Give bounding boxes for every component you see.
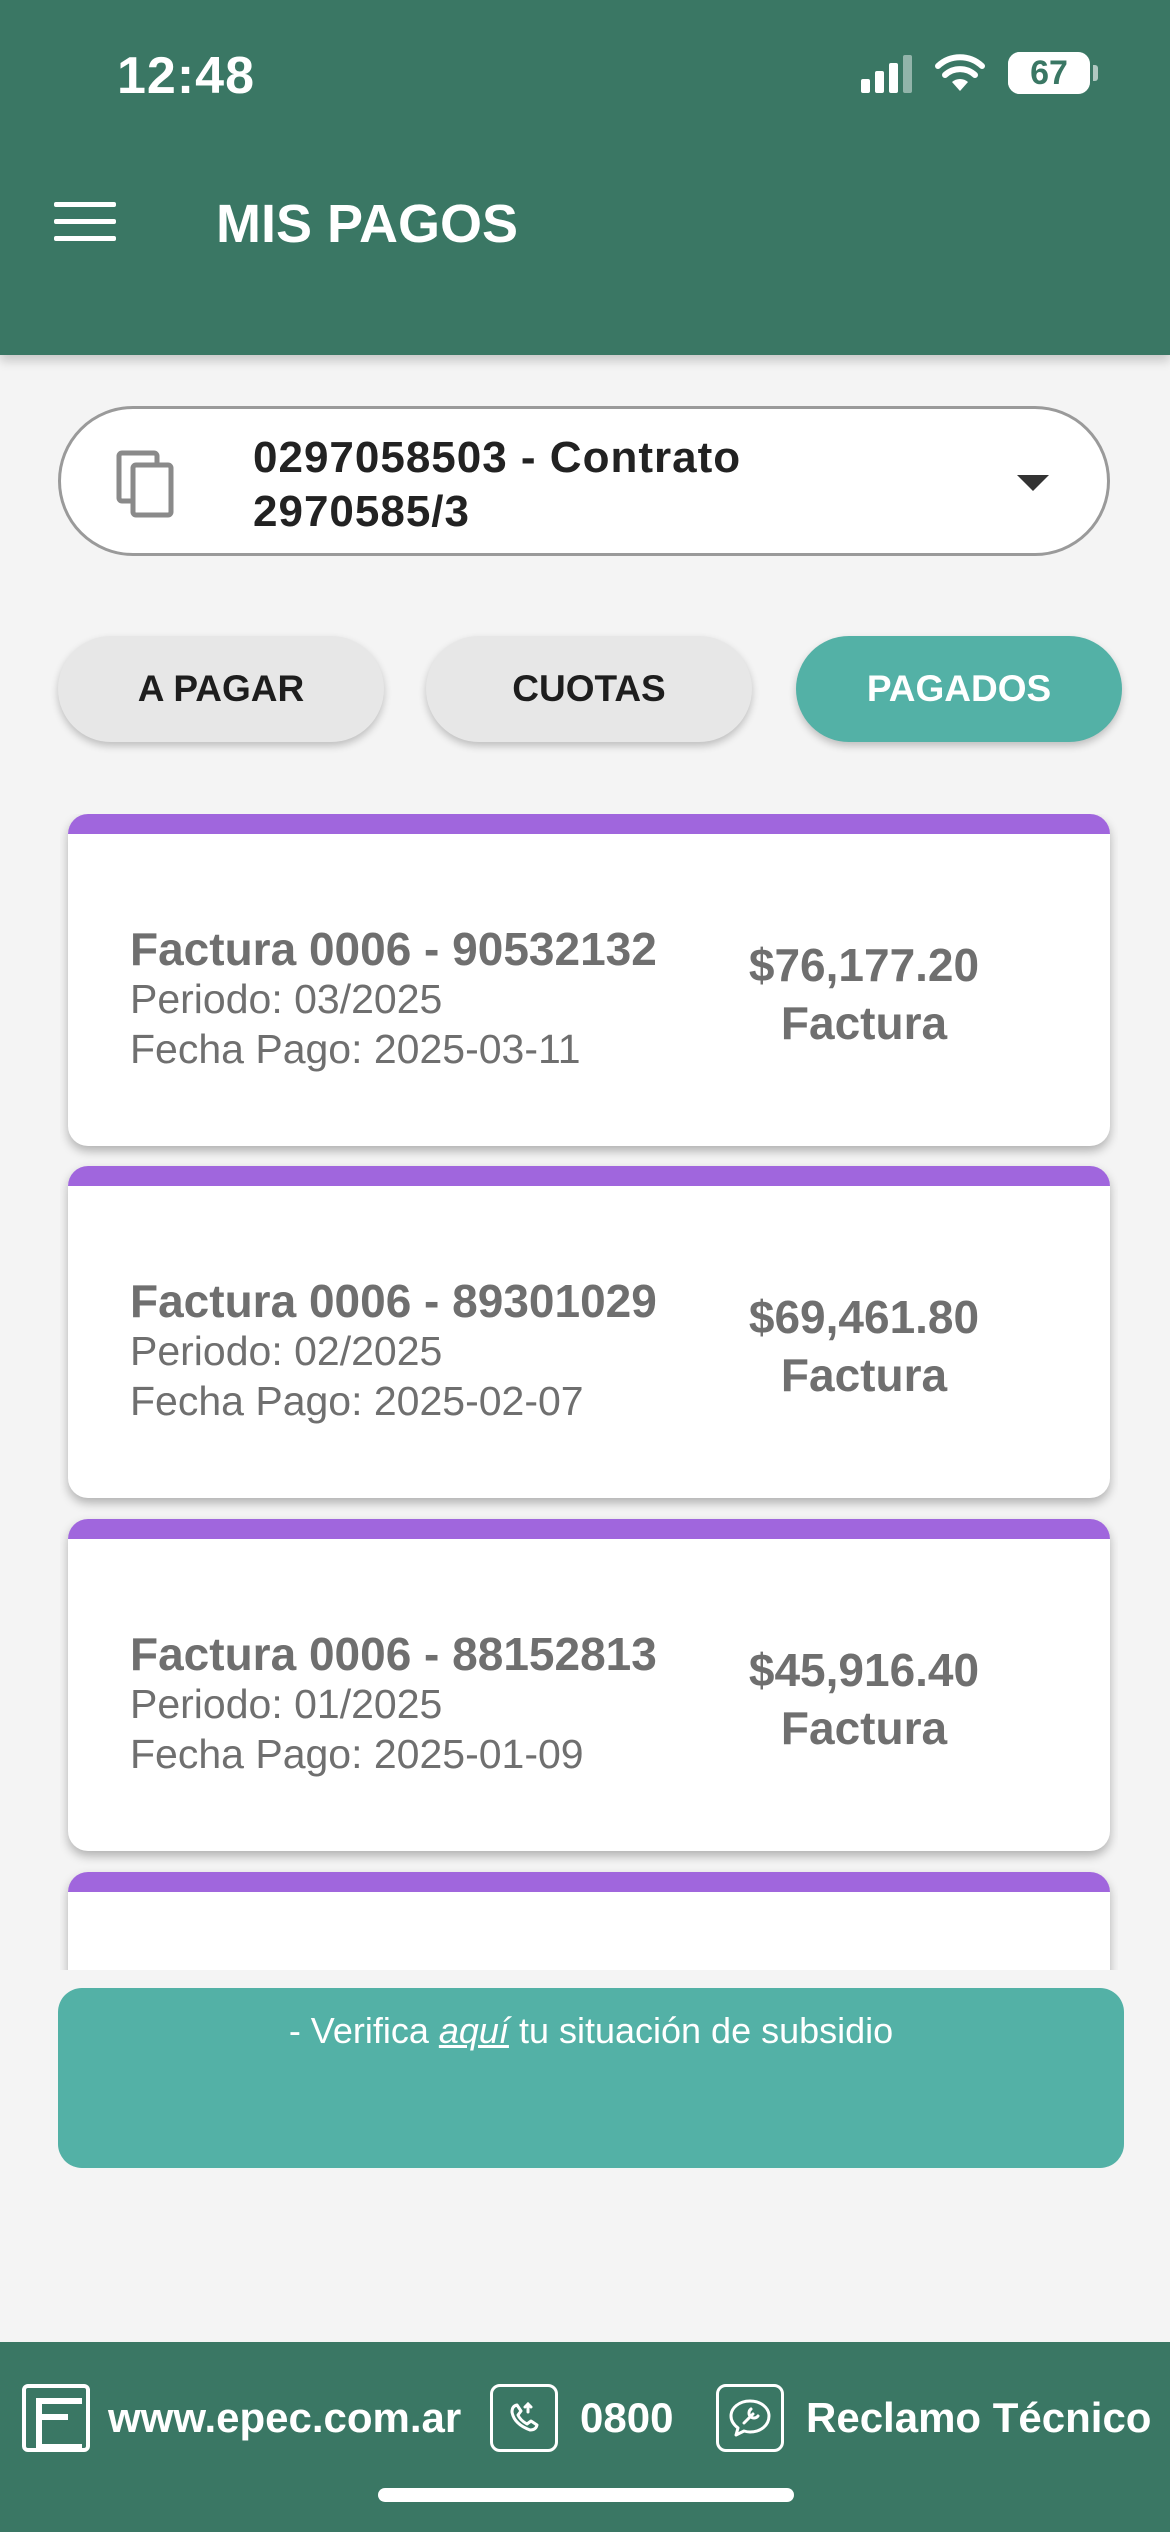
epec-logo-icon — [22, 2384, 90, 2452]
contract-label: 0297058503 - Contrato 2970585/3 — [253, 431, 1013, 539]
contract-selector[interactable]: 0297058503 - Contrato 2970585/3 — [58, 406, 1110, 556]
subsidy-prefix: - Verifica — [288, 2010, 439, 2051]
payment-card-partial[interactable] — [68, 1872, 1110, 1970]
invoice-amount: $45,916.40 — [748, 1644, 980, 1696]
subsidy-banner[interactable]: - Verifica aquí tu situación de subsidio — [58, 1988, 1124, 2168]
tab-cuotas[interactable]: CUOTAS — [426, 636, 752, 742]
invoice-period: Periodo: 02/2025 — [130, 1328, 443, 1374]
page-title: MIS PAGOS — [216, 194, 519, 254]
tab-a-pagar[interactable]: A PAGAR — [58, 636, 384, 742]
status-icons: 67 — [861, 52, 1098, 94]
battery-icon: 67 — [1008, 52, 1098, 94]
app-header: 12:48 67 MIS PAGOS — [0, 0, 1170, 355]
copy-icon — [116, 450, 174, 518]
invoice-amount-block: $45,916.40 Factura — [714, 1641, 1014, 1757]
contract-id: 2970585/3 — [253, 487, 470, 536]
invoice-type: Factura — [780, 997, 948, 1049]
card-accent-bar — [68, 1519, 1110, 1539]
payment-card[interactable]: Factura 0006 - 88152813 Periodo: 01/2025… — [68, 1519, 1110, 1851]
invoice-amount-block: $69,461.80 Factura — [714, 1288, 1014, 1404]
payments-list[interactable]: Factura 0006 - 90532132 Periodo: 03/2025… — [60, 814, 1118, 1970]
invoice-type: Factura — [780, 1702, 948, 1754]
payment-card[interactable]: Factura 0006 - 90532132 Periodo: 03/2025… — [68, 814, 1110, 1146]
invoice-amount-block: $76,177.20 Factura — [714, 936, 1014, 1052]
invoice-paid-date: Fecha Pago: 2025-01-09 — [130, 1731, 584, 1777]
technical-claim-label: Reclamo Técnico — [806, 2394, 1152, 2441]
card-accent-bar — [68, 814, 1110, 834]
footer: www.epec.com.ar 0800 Reclamo Técnico — [0, 2342, 1170, 2532]
phone-label: 0800 — [580, 2394, 674, 2441]
technical-claim-link[interactable]: Reclamo Técnico — [716, 2384, 1151, 2452]
card-accent-bar — [68, 1872, 1110, 1892]
phone-icon — [490, 2384, 558, 2452]
cellular-signal-icon — [861, 53, 912, 93]
caret-down-icon[interactable] — [1017, 475, 1049, 491]
subsidy-link[interactable]: aquí — [439, 2010, 509, 2051]
battery-percentage: 67 — [1030, 53, 1068, 92]
contract-number: 0297058503 - Contrato — [253, 433, 742, 482]
invoice-type: Factura — [780, 1349, 948, 1401]
hamburger-menu-icon[interactable] — [54, 202, 116, 242]
wrench-chat-icon — [716, 2384, 784, 2452]
website-link[interactable]: www.epec.com.ar — [22, 2384, 461, 2452]
invoice-amount: $69,461.80 — [748, 1291, 980, 1343]
invoice-paid-date: Fecha Pago: 2025-03-11 — [130, 1026, 581, 1072]
subsidy-suffix: tu situación de subsidio — [508, 2010, 894, 2051]
phone-link[interactable]: 0800 — [490, 2384, 673, 2452]
invoice-amount: $76,177.20 — [748, 939, 980, 991]
status-time: 12:48 — [117, 47, 255, 105]
card-accent-bar — [68, 1166, 1110, 1186]
invoice-title: Factura 0006 - 88152813 — [130, 1628, 657, 1680]
website-label: www.epec.com.ar — [108, 2394, 462, 2441]
payment-card[interactable]: Factura 0006 - 89301029 Periodo: 02/2025… — [68, 1166, 1110, 1498]
home-indicator — [378, 2488, 794, 2502]
tab-pagados[interactable]: PAGADOS — [796, 636, 1122, 742]
wifi-icon — [935, 54, 985, 91]
invoice-paid-date: Fecha Pago: 2025-02-07 — [130, 1378, 584, 1424]
invoice-title: Factura 0006 - 89301029 — [130, 1275, 657, 1327]
invoice-title: Factura 0006 - 90532132 — [130, 923, 657, 975]
subsidy-text: - Verifica aquí tu situación de subsidio — [58, 2010, 1124, 2052]
invoice-period: Periodo: 03/2025 — [130, 976, 443, 1022]
invoice-period: Periodo: 01/2025 — [130, 1681, 443, 1727]
